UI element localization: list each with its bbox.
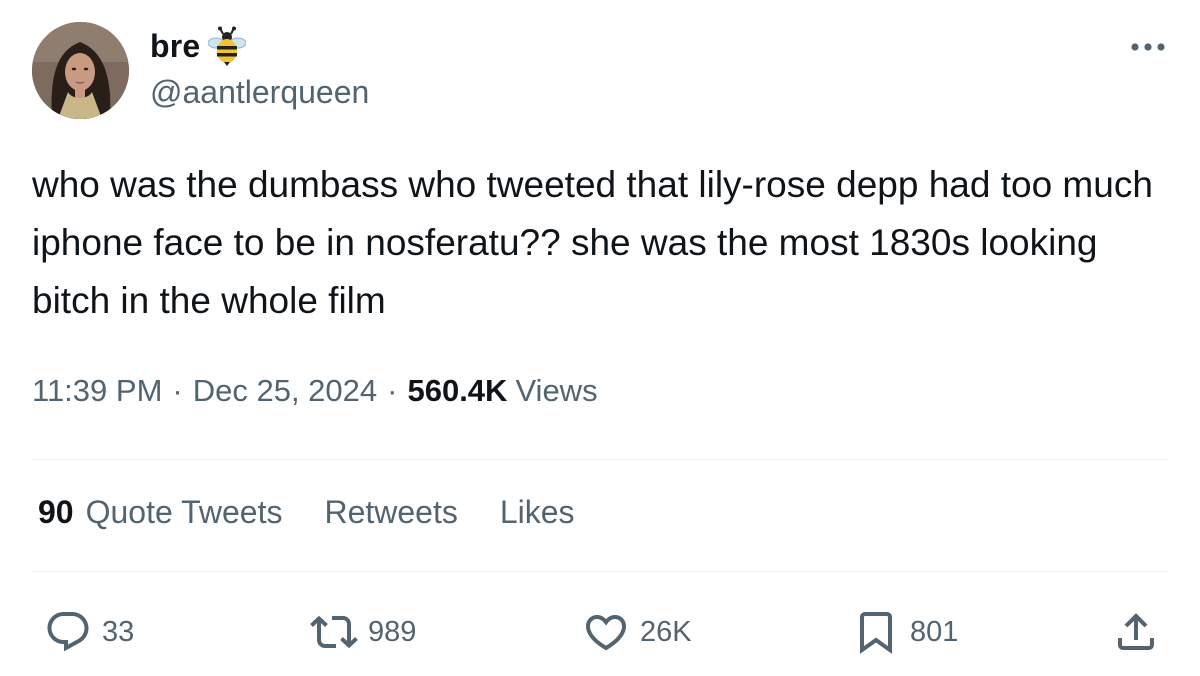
likes-label: Likes: [499, 494, 575, 530]
meta-separator: ·: [172, 373, 183, 408]
bookmark-count: 801: [910, 615, 959, 648]
quote-tweets-link[interactable]: 90 Quote Tweets: [38, 494, 282, 531]
reply-count: 33: [102, 615, 135, 648]
share-button[interactable]: [1112, 604, 1160, 660]
engagement-stats: 90 Quote Tweets Retweets Likes: [38, 494, 617, 531]
retweets-link[interactable]: Retweets: [324, 494, 457, 531]
retweets-label: Retweets: [324, 494, 458, 530]
retweet-icon: [310, 615, 358, 649]
bookmark-icon: [860, 612, 892, 654]
bee-emoji-icon: [208, 26, 247, 66]
display-name-row[interactable]: bre: [150, 24, 247, 68]
quote-tweets-count: 90: [38, 494, 74, 530]
retweet-count: 989: [368, 615, 417, 648]
avatar[interactable]: [32, 22, 129, 119]
display-name[interactable]: bre: [150, 28, 200, 65]
views-count: 560.4K: [407, 373, 508, 408]
user-handle[interactable]: @aantlerqueen: [150, 74, 369, 111]
share-icon: [1118, 613, 1154, 650]
tweet-time[interactable]: 11:39 PM: [32, 373, 162, 409]
quote-tweets-label: Quote Tweets: [85, 494, 283, 530]
divider: [32, 571, 1168, 572]
heart-icon: [585, 615, 627, 651]
bookmark-button[interactable]: 801: [852, 604, 958, 660]
divider: [32, 459, 1168, 460]
likes-link[interactable]: Likes: [500, 494, 575, 531]
reply-button[interactable]: 33: [44, 604, 134, 660]
avatar-photo: [32, 22, 129, 119]
tweet-meta: 11:39 PM · Dec 25, 2024 · 560.4K Views: [32, 373, 598, 409]
like-button[interactable]: 26K: [582, 604, 692, 660]
more-dots-icon: [1131, 43, 1165, 51]
reply-icon: [47, 612, 89, 652]
meta-separator: ·: [387, 373, 398, 408]
more-button[interactable]: [1128, 32, 1168, 62]
action-bar: 33 989 26K 801: [0, 604, 1200, 660]
tweet-date[interactable]: Dec 25, 2024: [193, 373, 377, 409]
views-label: Views: [515, 373, 598, 408]
retweet-button[interactable]: 989: [310, 604, 416, 660]
tweet-text: who was the dumbass who tweeted that lil…: [32, 164, 1164, 321]
like-count: 26K: [640, 615, 692, 648]
